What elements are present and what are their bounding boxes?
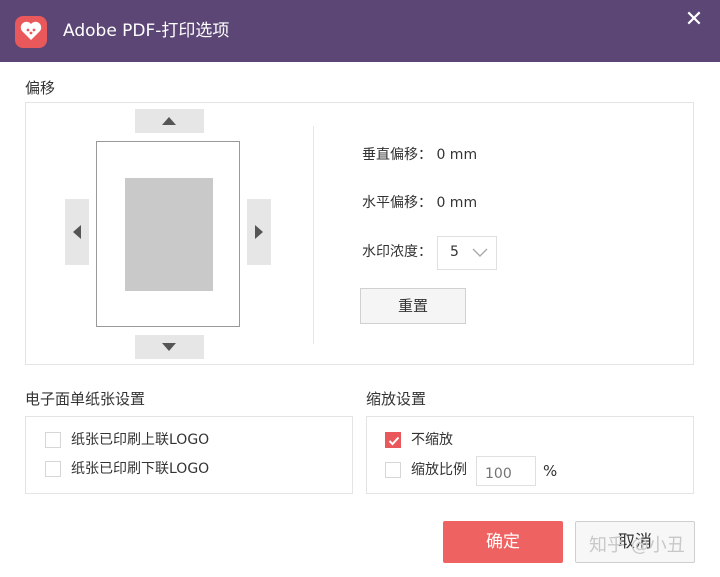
zhihu-watermark: 知乎 @小丑 bbox=[589, 535, 685, 556]
watermark-density-value: 5 bbox=[450, 244, 459, 260]
arrow-down-button[interactable] bbox=[135, 335, 204, 359]
watermark-density-label: 水印浓度： bbox=[362, 244, 432, 260]
scale-ratio-checkbox[interactable] bbox=[385, 462, 401, 478]
arrow-right-icon bbox=[255, 225, 263, 239]
no-scale-label: 不缩放 bbox=[411, 432, 453, 448]
app-logo-icon bbox=[15, 16, 47, 48]
checkmark-icon bbox=[388, 436, 400, 446]
paper-preview bbox=[96, 141, 240, 327]
arrow-down-icon bbox=[162, 343, 176, 351]
reset-button[interactable]: 重置 bbox=[360, 288, 466, 324]
arrow-left-icon bbox=[73, 225, 81, 239]
vertical-offset-label: 垂直偏移： bbox=[362, 147, 432, 163]
lower-logo-checkbox[interactable] bbox=[45, 461, 61, 477]
upper-logo-label: 纸张已印刷上联LOGO bbox=[71, 432, 210, 448]
lower-logo-label: 纸张已印刷下联LOGO bbox=[71, 461, 210, 477]
watermark-density-select[interactable]: 5 bbox=[437, 236, 497, 270]
percent-symbol: % bbox=[543, 462, 558, 480]
scale-settings-label: 缩放设置 bbox=[366, 390, 427, 408]
scale-ratio-label: 缩放比例 bbox=[411, 462, 467, 478]
no-scale-checkbox[interactable] bbox=[385, 432, 401, 448]
paper-settings-label: 电子面单纸张设置 bbox=[25, 390, 146, 408]
vertical-offset-row: 垂直偏移： 0 mm bbox=[362, 146, 477, 164]
upper-logo-checkbox[interactable] bbox=[45, 432, 61, 448]
arrow-right-button[interactable] bbox=[247, 199, 271, 265]
horizontal-offset-value: 0 mm bbox=[436, 195, 478, 211]
title-bar: Adobe PDF-打印选项 ✕ bbox=[0, 0, 720, 62]
window-title: Adobe PDF-打印选项 bbox=[63, 21, 230, 41]
ok-button[interactable]: 确定 bbox=[443, 521, 563, 563]
chevron-down-icon bbox=[472, 248, 488, 257]
scale-ratio-input[interactable] bbox=[476, 456, 536, 486]
close-icon[interactable]: ✕ bbox=[680, 6, 708, 34]
print-area-preview bbox=[125, 178, 213, 291]
arrow-up-icon bbox=[162, 117, 176, 125]
paper-settings-panel bbox=[25, 416, 353, 494]
divider bbox=[313, 126, 314, 344]
horizontal-offset-row: 水平偏移： 0 mm bbox=[362, 194, 477, 212]
offset-section-label: 偏移 bbox=[25, 79, 56, 97]
arrow-left-button[interactable] bbox=[65, 199, 89, 265]
vertical-offset-value: 0 mm bbox=[436, 147, 478, 163]
horizontal-offset-label: 水平偏移： bbox=[362, 195, 432, 211]
arrow-up-button[interactable] bbox=[135, 109, 204, 133]
